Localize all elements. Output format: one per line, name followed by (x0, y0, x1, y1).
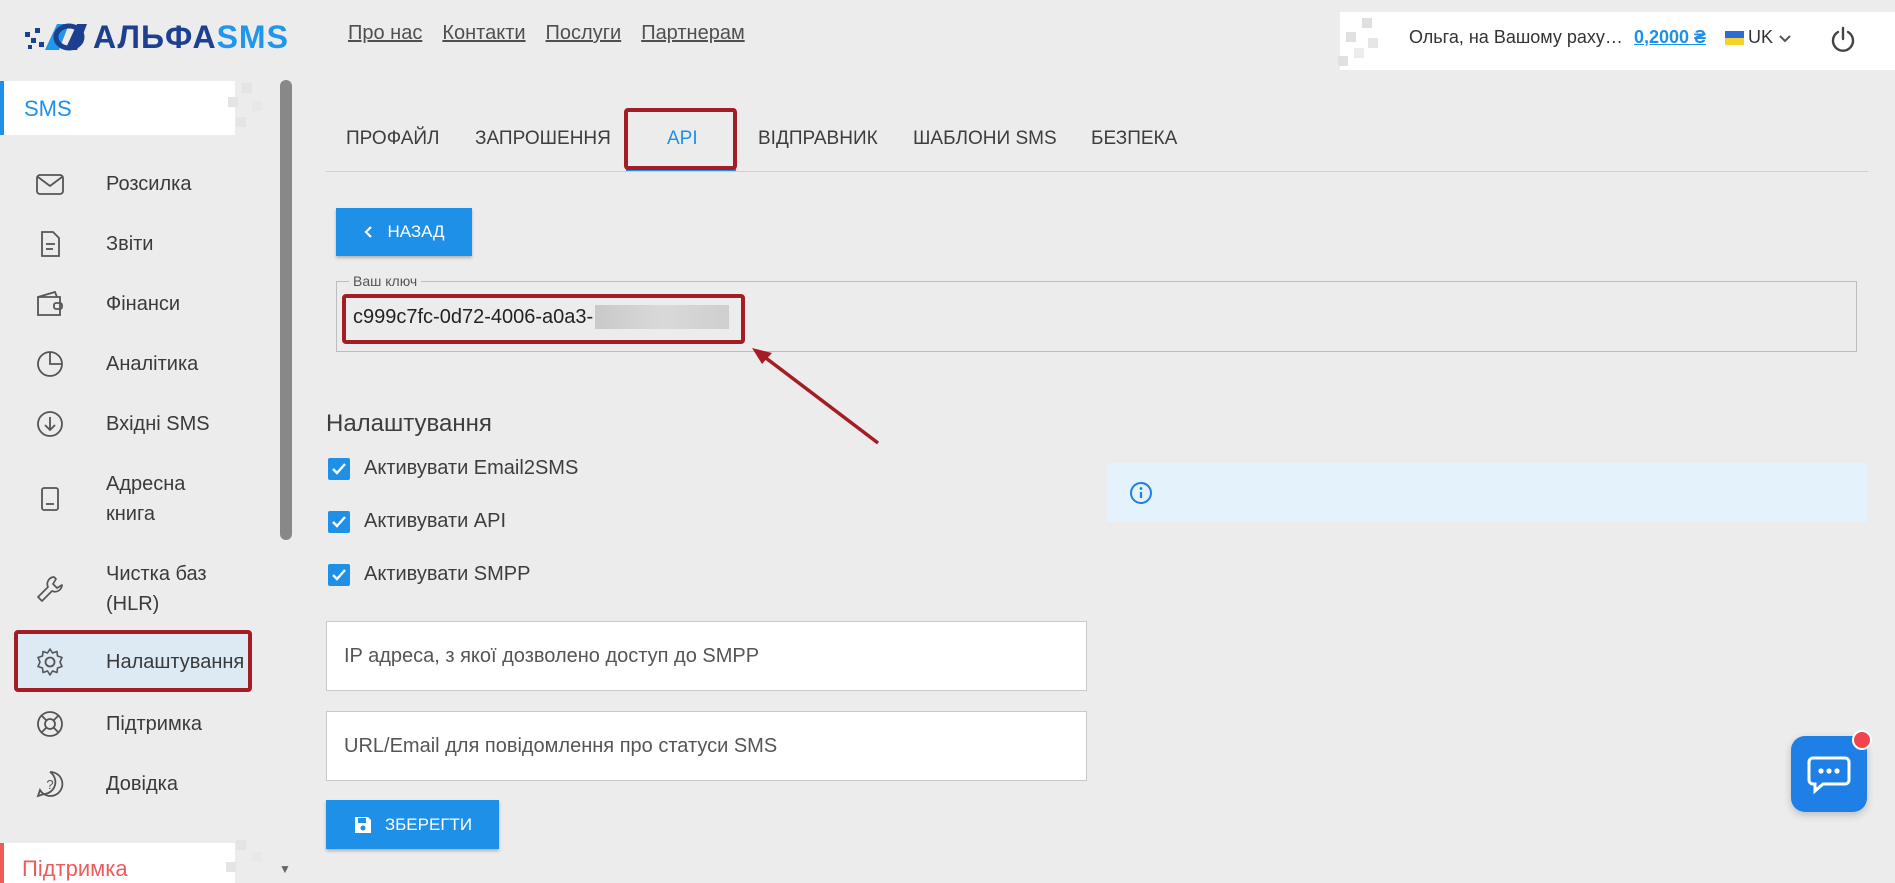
topnav-link-contacts[interactable]: Контакти (442, 22, 525, 45)
address-book-icon (41, 487, 59, 511)
pie-chart-icon (37, 351, 63, 377)
save-button[interactable]: Зберегти (326, 800, 499, 849)
tab-sender[interactable]: Відправник (758, 128, 878, 150)
save-button-label: Зберегти (384, 814, 473, 834)
sidebar-section-header: SMS (0, 81, 235, 135)
envelope-icon (36, 174, 64, 195)
back-button[interactable]: Назад (336, 208, 472, 256)
wallet-icon (37, 290, 63, 316)
ukraine-flag-icon (1725, 30, 1744, 45)
decorative-pixels (228, 83, 262, 127)
sidebar-item-label: Адресна книга (106, 473, 186, 525)
language-code: UK (1748, 27, 1774, 47)
annotation-highlight-api-tab (624, 108, 737, 170)
sidebar-item-support[interactable]: Підтримка (18, 708, 248, 740)
chat-notification-badge (1852, 730, 1872, 750)
topnav-link-partners[interactable]: Партнерам (641, 22, 745, 45)
topnav-link-about[interactable]: Про нас (348, 22, 422, 45)
account-greeting: Ольга, на Вашому раху… (1409, 27, 1623, 47)
language-selector[interactable]: UK (1725, 27, 1793, 48)
lifebuoy-icon (37, 711, 63, 737)
settings-tabs: Профайл Запрошення API Відправник Шаблон… (326, 118, 1868, 172)
sidebar-item-analytics[interactable]: Аналітика (18, 348, 248, 380)
annotation-arrow (752, 348, 880, 445)
chevron-down-icon (1779, 34, 1791, 42)
sidebar-item-label: Фінанси (106, 293, 181, 315)
wrench-icon (37, 576, 63, 602)
sidebar-scrollbar[interactable] (280, 80, 292, 540)
info-icon (1130, 482, 1152, 504)
smpp-checkbox[interactable] (328, 563, 350, 586)
email2sms-checkbox[interactable] (328, 457, 350, 480)
sidebar-item-finances[interactable]: Фінанси (18, 288, 248, 320)
sidebar-item-hlr[interactable]: Чистка баз (HLR) (18, 558, 248, 620)
floppy-disk-icon (354, 816, 371, 833)
sidebar-item-label: Підтримка (106, 713, 203, 735)
logo-text: АЛЬФАSMS (93, 19, 289, 55)
status-url-field (326, 711, 1087, 781)
sidebar-item-label: Аналітика (106, 353, 199, 375)
download-circle-icon (37, 411, 63, 437)
account-balance-link[interactable]: 0,2000 ₴ (1634, 27, 1706, 48)
sidebar-item-address-book[interactable]: Адресна книга (18, 468, 248, 530)
smpp-ip-input[interactable] (327, 622, 1086, 690)
help-circle-icon: ? (36, 771, 64, 798)
back-button-label: Назад (387, 222, 445, 241)
tab-sms-templates[interactable]: Шаблони SMS (913, 128, 1057, 150)
tab-profile[interactable]: Профайл (346, 128, 440, 150)
annotation-highlight-settings (14, 630, 252, 692)
sidebar-item-incoming-sms[interactable]: Вхідні SMS (18, 408, 248, 440)
document-icon (41, 231, 60, 257)
chat-bubble-icon (1807, 756, 1851, 794)
status-url-input[interactable] (327, 712, 1086, 780)
checkmark-icon (332, 462, 346, 475)
header: АЛЬФАSMS Про нас Контакти Послуги Партне… (0, 0, 1895, 78)
annotation-highlight-api-key (342, 294, 745, 344)
email2sms-checkbox-row[interactable]: Активувати Email2SMS (328, 457, 578, 480)
smpp-checkbox-row[interactable]: Активувати SMPP (328, 563, 530, 586)
logout-power-icon[interactable] (1829, 25, 1857, 53)
sidebar-section-label: SMS (24, 96, 72, 121)
sidebar-item-label: Розсилка (106, 173, 192, 195)
settings-section-title: Налаштування (326, 410, 492, 437)
sidebar-support-label: Підтримка (22, 856, 128, 881)
decorative-pixels (1338, 18, 1378, 66)
checkmark-icon (332, 568, 346, 581)
sidebar-item-label: Вхідні SMS (106, 413, 210, 435)
api-label: Активувати API (364, 510, 507, 532)
sidebar-item-help[interactable]: ? Довідка (18, 768, 248, 800)
smpp-ip-field (326, 621, 1087, 691)
logo-mark-icon (25, 23, 87, 51)
email2sms-label: Активувати Email2SMS (364, 457, 579, 479)
tab-invitations[interactable]: Запрошення (475, 128, 611, 150)
scroll-down-arrow-icon[interactable]: ▼ (279, 862, 291, 876)
smpp-label: Активувати SMPP (364, 563, 531, 585)
info-box (1107, 463, 1867, 522)
api-key-legend: Ваш ключ (349, 273, 422, 289)
checkmark-icon (332, 515, 346, 528)
logo[interactable]: АЛЬФАSMS (25, 20, 289, 54)
api-checkbox[interactable] (328, 510, 350, 533)
chevron-left-icon (364, 226, 373, 238)
tab-security[interactable]: Безпека (1091, 128, 1177, 150)
sidebar-item-mailing[interactable]: Розсилка (18, 168, 248, 200)
sidebar-item-reports[interactable]: Звіти (18, 228, 248, 260)
api-checkbox-row[interactable]: Активувати API (328, 510, 506, 533)
sidebar-item-label: Звіти (106, 233, 154, 255)
decorative-pixels (226, 840, 262, 872)
svg-text:?: ? (46, 777, 53, 792)
sidebar-item-label: Чистка баз (HLR) (106, 563, 207, 615)
sidebar-item-label: Довідка (106, 773, 178, 795)
top-navigation: Про нас Контакти Послуги Партнерам (348, 22, 745, 45)
topnav-link-services[interactable]: Послуги (546, 22, 622, 45)
